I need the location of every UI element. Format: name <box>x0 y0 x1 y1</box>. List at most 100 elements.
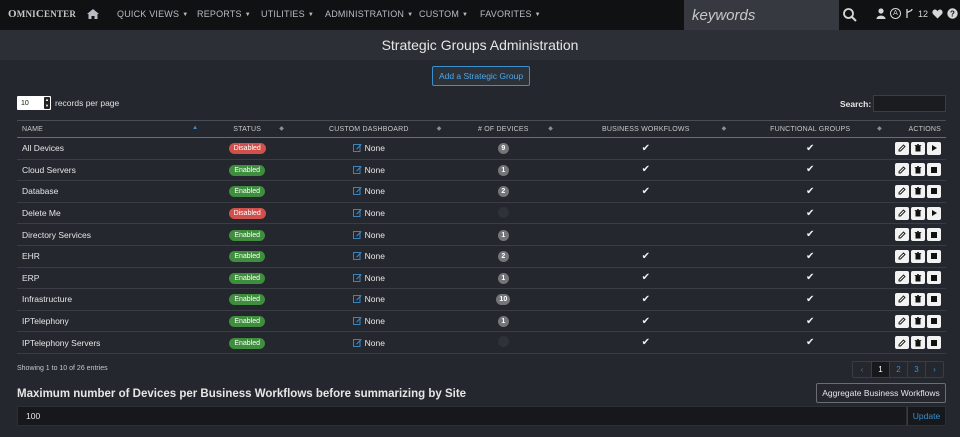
status-badge[interactable]: Enabled <box>229 316 266 328</box>
dashboard-cell[interactable]: None <box>290 310 448 333</box>
table-row[interactable]: IPTelephony Enabled None 1 ✔ ✔ <box>17 310 946 333</box>
edit-icon[interactable] <box>352 316 362 325</box>
pager-prev[interactable]: ‹ <box>853 362 871 377</box>
table-row[interactable]: All Devices Disabled None 9 ✔ ✔ <box>17 137 946 160</box>
status-badge[interactable]: Disabled <box>228 208 266 220</box>
dashboard-cell[interactable]: None <box>290 159 448 182</box>
table-row[interactable]: IPTelephony Servers Enabled None ✔ ✔ <box>17 331 946 354</box>
edit-icon[interactable] <box>352 143 362 153</box>
edit-icon[interactable] <box>352 251 362 261</box>
group-name[interactable]: All Devices <box>17 137 205 160</box>
device-count-badge[interactable] <box>497 336 509 348</box>
dashboard-cell[interactable]: None <box>290 137 448 160</box>
table-row[interactable]: Directory Services Enabled None 1 ✔ <box>17 223 946 246</box>
delete-button[interactable] <box>911 292 925 306</box>
nav-administration[interactable]: ADMINISTRATION ▼ <box>325 9 413 19</box>
table-row[interactable]: ERP Enabled None 1 ✔ ✔ <box>17 267 946 290</box>
disable-button[interactable] <box>927 292 941 306</box>
dashboard-cell[interactable]: None <box>290 288 448 311</box>
delete-button[interactable] <box>911 141 925 155</box>
delete-button[interactable] <box>911 314 925 328</box>
keyword-search-input[interactable] <box>684 0 839 30</box>
disable-button[interactable] <box>927 336 941 350</box>
max-devices-input[interactable] <box>17 406 907 426</box>
edit-button[interactable] <box>895 271 909 285</box>
nav-custom[interactable]: CUSTOM ▼ <box>419 9 468 19</box>
dashboard-cell[interactable]: None <box>290 223 448 246</box>
pager-page-3[interactable]: 3 <box>907 362 925 377</box>
col-header-name[interactable]: NAME ▲ <box>17 120 205 138</box>
edit-icon[interactable] <box>352 208 362 218</box>
edit-button[interactable] <box>895 141 909 155</box>
add-strategic-group-button[interactable]: Add a Strategic Group <box>432 66 530 86</box>
status-badge[interactable]: Enabled <box>229 294 266 306</box>
disable-button[interactable] <box>927 314 941 328</box>
nav-utilities[interactable]: UTILITIES ▼ <box>261 9 314 19</box>
group-name[interactable]: Database <box>17 180 205 203</box>
update-button[interactable]: Update <box>907 406 946 426</box>
edit-button[interactable] <box>895 184 909 198</box>
user-icon[interactable] <box>876 8 886 19</box>
aggregate-business-workflows-button[interactable]: Aggregate Business Workflows <box>816 383 946 403</box>
alert-count[interactable]: 12 <box>918 9 928 19</box>
heart-icon[interactable] <box>932 9 943 19</box>
col-header-functional-groups[interactable]: FUNCTIONAL GROUPS ◆ <box>732 120 888 138</box>
records-per-page-select[interactable]: 10 ▲ ▼ <box>17 96 51 110</box>
table-row[interactable]: Database Enabled None 2 ✔ ✔ <box>17 180 946 203</box>
delete-button[interactable] <box>911 336 925 350</box>
disable-button[interactable] <box>927 228 941 242</box>
table-row[interactable]: Cloud Servers Enabled None 1 ✔ ✔ <box>17 159 946 182</box>
table-row[interactable]: Infrastructure Enabled None 10 ✔ ✔ <box>17 288 946 311</box>
status-badge[interactable]: Enabled <box>229 337 266 349</box>
disable-button[interactable] <box>927 249 941 263</box>
col-header-business-workflows[interactable]: BUSINESS WORKFLOWS ◆ <box>559 120 733 138</box>
group-name[interactable]: Cloud Servers <box>17 159 205 182</box>
home-icon[interactable] <box>86 7 100 21</box>
group-name[interactable]: IPTelephony <box>17 310 205 333</box>
device-count-badge[interactable]: 1 <box>497 316 509 328</box>
edit-icon[interactable] <box>352 165 362 174</box>
dashboard-cell[interactable]: None <box>290 245 448 268</box>
nav-quick-views[interactable]: QUICK VIEWS ▼ <box>117 9 188 19</box>
omnicenter-logo[interactable]: OMNICENTER <box>8 8 76 20</box>
pager-page-1[interactable]: 1 <box>871 362 889 377</box>
group-name[interactable]: ERP <box>17 267 205 290</box>
dashboard-cell[interactable]: None <box>290 202 448 225</box>
device-count-badge[interactable] <box>497 206 509 218</box>
status-badge[interactable]: Enabled <box>229 251 266 263</box>
group-name[interactable]: EHR <box>17 245 205 268</box>
status-badge[interactable]: Enabled <box>229 164 266 176</box>
dashboard-cell[interactable]: None <box>290 331 448 354</box>
status-badge[interactable]: Enabled <box>229 272 266 284</box>
search-icon[interactable] <box>842 7 858 23</box>
delete-button[interactable] <box>911 206 925 220</box>
device-count-badge[interactable]: 2 <box>497 251 509 263</box>
edit-button[interactable] <box>895 292 909 306</box>
col-header-status[interactable]: STATUS ◆ <box>204 120 291 138</box>
group-name[interactable]: Delete Me <box>17 202 205 225</box>
alert-branch-icon[interactable] <box>905 8 914 19</box>
delete-button[interactable] <box>911 184 925 198</box>
delete-button[interactable] <box>911 163 925 177</box>
edit-icon[interactable] <box>352 294 362 304</box>
edit-button[interactable] <box>895 228 909 242</box>
status-badge[interactable]: Enabled <box>229 229 266 241</box>
group-name[interactable]: Directory Services <box>17 223 205 246</box>
delete-button[interactable] <box>911 249 925 263</box>
edit-icon[interactable] <box>352 338 362 347</box>
group-name[interactable]: IPTelephony Servers <box>17 331 205 354</box>
device-count-badge[interactable]: 9 <box>497 143 509 155</box>
help-icon[interactable]: ? <box>947 8 958 19</box>
col-header-dashboard[interactable]: CUSTOM DASHBOARD ◆ <box>290 120 448 138</box>
device-count-badge[interactable]: 1 <box>497 229 509 241</box>
delete-button[interactable] <box>911 228 925 242</box>
dashboard-cell[interactable]: None <box>290 180 448 203</box>
disable-button[interactable] <box>927 271 941 285</box>
delete-button[interactable] <box>911 271 925 285</box>
device-count-badge[interactable]: 2 <box>497 186 509 198</box>
disable-button[interactable] <box>927 163 941 177</box>
edit-button[interactable] <box>895 336 909 350</box>
edit-button[interactable] <box>895 206 909 220</box>
status-badge[interactable]: Disabled <box>228 143 266 155</box>
table-row[interactable]: Delete Me Disabled None ✔ <box>17 202 946 225</box>
